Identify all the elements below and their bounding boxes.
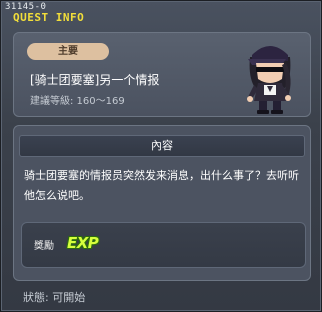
npc-portrait-icon	[242, 39, 298, 115]
quest-info-window: 31145-0 QUEST INFO 主要 [骑士团要塞]另一个情报 建議等級:…	[0, 0, 322, 312]
exp-icon: EXP	[67, 234, 99, 252]
recommended-level: 建議等級: 160～169	[30, 96, 125, 107]
window-title: QUEST INFO	[13, 11, 85, 24]
quest-name: [骑士团要塞]另一个情报	[30, 73, 160, 87]
reward-label: 獎勵	[34, 241, 54, 252]
quest-content-card: 內容 骑士团要塞的情报员突然发来消息，出什么事了？去听听他怎么说吧。 獎勵 EX…	[13, 125, 311, 281]
quest-category-badge: 主要	[27, 43, 109, 60]
reward-box: 獎勵 EXP	[21, 222, 306, 268]
content-header: 內容	[19, 135, 305, 157]
quest-description: 骑士团要塞的情报员突然发来消息，出什么事了？去听听他怎么说吧。	[24, 169, 299, 202]
quest-status: 狀態: 可開始	[23, 291, 86, 304]
quest-header-card: 主要 [骑士团要塞]另一个情报 建議等級: 160～169	[13, 32, 311, 117]
